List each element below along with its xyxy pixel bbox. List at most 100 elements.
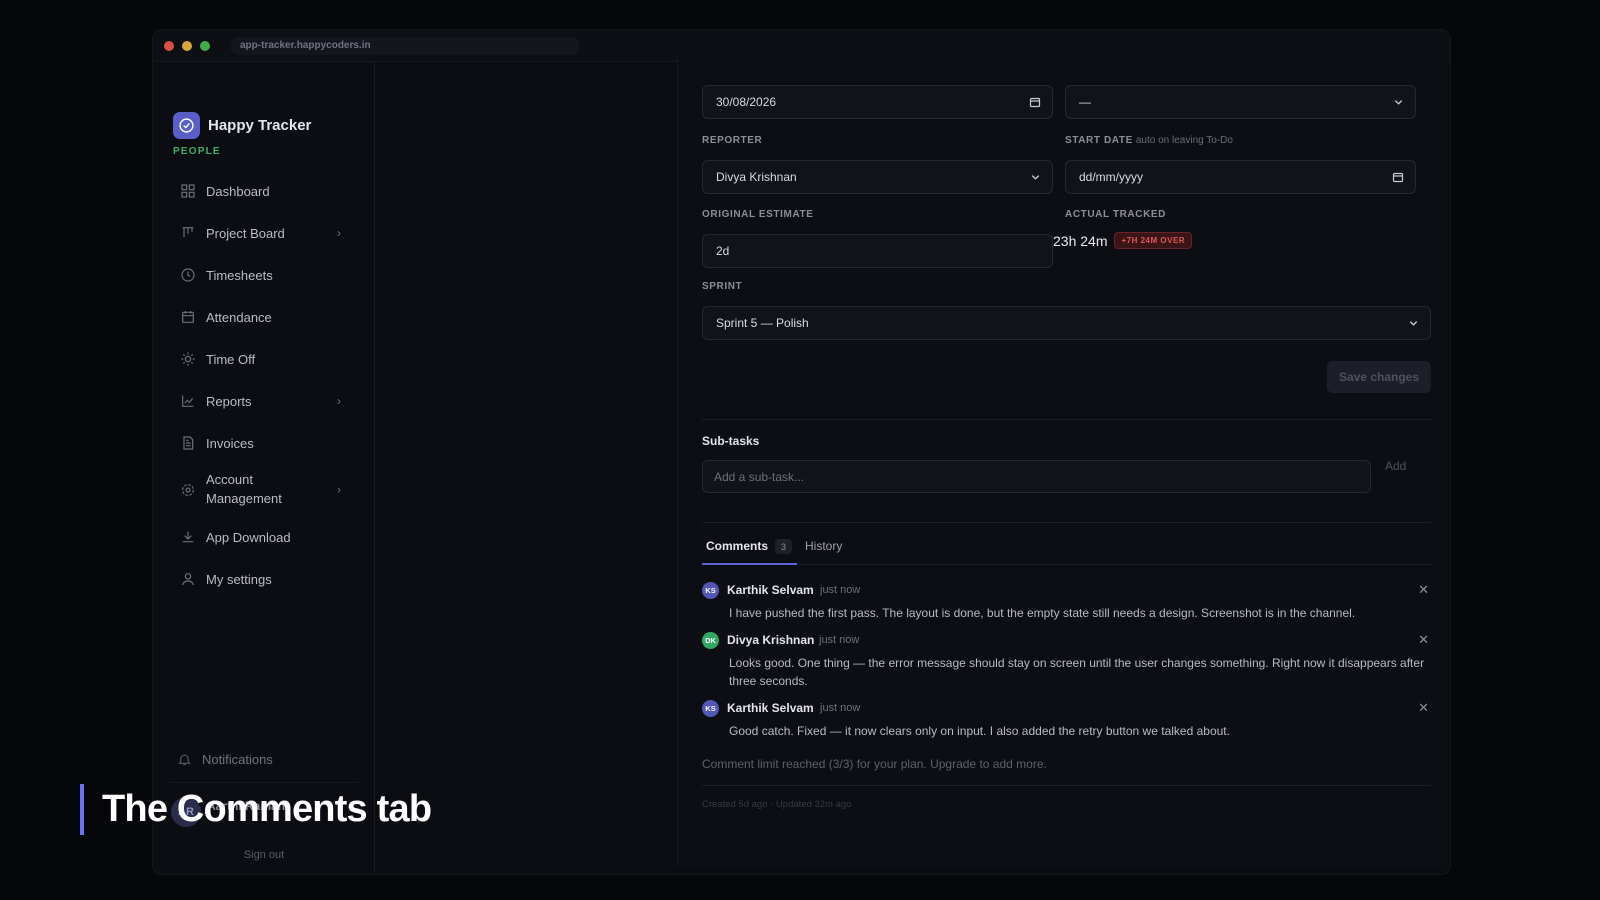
delete-comment-icon[interactable]: ✕ — [1418, 582, 1429, 598]
sidebar: Happy Tracker PEOPLE Dashboard Project B… — [153, 62, 375, 874]
chevron-down-icon — [1408, 318, 1419, 329]
start-date-field[interactable]: dd/mm/yyyy — [1065, 160, 1416, 194]
download-icon — [180, 529, 196, 545]
comment-item: DK Divya Krishnan just now ✕ Looks good.… — [702, 632, 1431, 690]
sidebar-item-my-settings[interactable]: My settings — [171, 558, 351, 600]
reporter-value: Divya Krishnan — [716, 170, 797, 184]
notifications-label: Notifications — [202, 752, 273, 767]
sidebar-item-timesheets[interactable]: Timesheets — [171, 254, 351, 296]
calendar-icon[interactable] — [1392, 171, 1404, 183]
chevron-down-icon — [1393, 97, 1404, 108]
tab-history[interactable]: History — [805, 539, 842, 567]
sidebar-item-reports[interactable]: Reports › — [171, 380, 351, 422]
top-right-select-value: — — [1079, 95, 1091, 109]
comment-author: Karthik Selvam — [727, 583, 814, 597]
sidebar-item-label: Timesheets — [206, 267, 273, 283]
start-date-label-text: START DATE — [1065, 135, 1133, 146]
comments-history-tabs: Comments 3 History — [702, 537, 1431, 565]
start-date-label: START DATE auto on leaving To-Do — [1065, 135, 1233, 146]
save-changes-button[interactable]: Save changes — [1327, 361, 1431, 393]
calendar-icon — [180, 309, 196, 325]
bell-icon — [177, 752, 192, 767]
sidebar-item-label: Account Management — [206, 472, 282, 506]
grid-icon — [180, 183, 196, 199]
chart-icon — [180, 393, 196, 409]
user-icon — [180, 571, 196, 587]
comment-item: KS Karthik Selvam just now ✕ Good catch.… — [702, 700, 1431, 740]
divider — [702, 522, 1431, 523]
created-updated-meta: Created 5d ago · Updated 32m ago — [702, 799, 852, 810]
sidebar-item-dashboard[interactable]: Dashboard — [171, 170, 351, 212]
url-bar[interactable]: app-tracker.happycoders.in — [230, 36, 580, 55]
maximize-window-dot[interactable] — [200, 40, 210, 51]
clock-icon — [180, 267, 196, 283]
chevron-right-icon: › — [337, 394, 341, 408]
comment-author: Divya Krishnan — [727, 633, 815, 647]
over-badge: +7H 24M OVER — [1114, 232, 1193, 249]
sidebar-nav: Dashboard Project Board › Timesheets Att… — [171, 170, 351, 600]
original-estimate-input[interactable]: 2d — [702, 234, 1053, 268]
brand[interactable]: Happy Tracker — [173, 112, 311, 139]
sidebar-item-project-board[interactable]: Project Board › — [171, 212, 351, 254]
browser-titlebar: app-tracker.happycoders.in — [153, 30, 1450, 62]
chevron-right-icon: › — [337, 482, 341, 497]
sidebar-item-attendance[interactable]: Attendance — [171, 296, 351, 338]
due-date-field[interactable]: 30/08/2026 — [702, 85, 1053, 119]
comment-text: Good catch. Fixed — it now clears only o… — [729, 724, 1230, 738]
sidebar-item-label: Reports — [206, 393, 252, 409]
avatar: KS — [702, 582, 719, 599]
caption-overlay: The Comments tab — [80, 784, 432, 835]
brand-subtitle: PEOPLE — [173, 146, 221, 157]
tab-comments[interactable]: Comments 3 — [702, 537, 797, 565]
url-text: app-tracker.happycoders.in — [240, 40, 371, 51]
sidebar-item-label: Attendance — [206, 309, 272, 325]
notifications-button[interactable]: Notifications — [177, 752, 273, 767]
minimize-window-dot[interactable] — [182, 40, 192, 51]
close-window-dot[interactable] — [164, 40, 174, 51]
gear-icon — [180, 482, 196, 498]
sprint-select[interactable]: Sprint 5 — Polish — [702, 306, 1431, 340]
sidebar-item-label: My settings — [206, 571, 272, 587]
comment-text: Looks good. One thing — the error messag… — [729, 656, 1425, 688]
calendar-icon[interactable] — [1029, 96, 1041, 108]
delete-comment-icon[interactable]: ✕ — [1418, 632, 1429, 648]
actual-tracked: 23h 24m +7H 24M OVER — [1053, 232, 1193, 249]
sidebar-item-label: Project Board — [206, 225, 285, 241]
sidebar-item-account-management[interactable]: Account Management › — [171, 464, 351, 516]
tab-comments-label: Comments — [706, 539, 769, 553]
sun-icon — [180, 351, 196, 367]
avatar: DK — [702, 632, 719, 649]
actual-tracked-label: ACTUAL TRACKED — [1065, 209, 1166, 220]
sidebar-item-label: App Download — [206, 529, 291, 545]
sidebar-item-invoices[interactable]: Invoices — [171, 422, 351, 464]
comment-time: just now — [820, 702, 861, 714]
clock-logo-icon — [173, 112, 200, 139]
sidebar-item-time-off[interactable]: Time Off — [171, 338, 351, 380]
sidebar-item-label: Invoices — [206, 435, 254, 451]
reporter-label: REPORTER — [702, 135, 763, 146]
comment-author: Karthik Selvam — [727, 701, 814, 715]
due-date-value: 30/08/2026 — [716, 95, 777, 109]
reporter-select[interactable]: Divya Krishnan — [702, 160, 1053, 194]
kanban-icon — [180, 225, 196, 241]
subtask-input[interactable]: Add a sub-task... — [702, 460, 1371, 493]
browser-window: app-tracker.happycoders.in Happy Tracker… — [152, 29, 1451, 875]
start-date-placeholder: dd/mm/yyyy — [1079, 170, 1144, 184]
chevron-down-icon — [1030, 172, 1041, 183]
sprint-label: SPRINT — [702, 281, 743, 292]
top-right-select[interactable]: — — [1065, 85, 1416, 119]
brand-name: Happy Tracker — [208, 117, 312, 134]
subtasks-title: Sub-tasks — [702, 434, 760, 448]
divider — [702, 419, 1431, 420]
sign-out-link[interactable]: Sign out — [169, 849, 359, 861]
avatar: KS — [702, 700, 719, 717]
actual-tracked-value: 23h 24m — [1053, 232, 1108, 249]
sidebar-item-label: Time Off — [206, 351, 256, 367]
subtask-placeholder: Add a sub-task... — [714, 469, 805, 484]
sidebar-item-app-download[interactable]: App Download — [171, 516, 351, 558]
delete-comment-icon[interactable]: ✕ — [1418, 700, 1429, 716]
add-subtask-button[interactable]: Add — [1385, 459, 1406, 473]
original-estimate-value: 2d — [716, 244, 730, 258]
sidebar-item-label: Dashboard — [206, 183, 270, 199]
comments-count-badge: 3 — [775, 539, 792, 554]
